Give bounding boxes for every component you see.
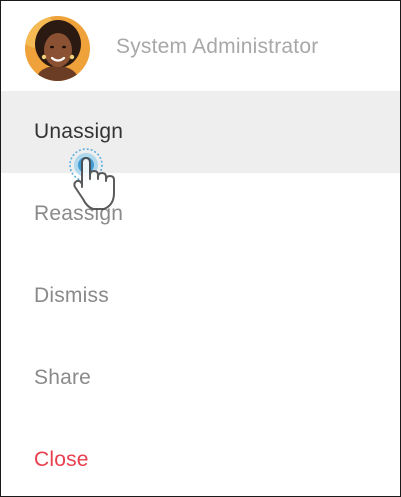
menu-item-label: Reassign [34,202,124,225]
user-avatar [25,16,90,81]
menu-item-label: Dismiss [34,284,109,307]
menu-header: System Administrator [1,1,400,91]
menu-item-share[interactable]: Share [1,337,400,419]
avatar-photo-icon [25,16,90,81]
menu-item-label: Close [34,448,89,471]
menu-item-dismiss[interactable]: Dismiss [1,255,400,337]
menu-item-label: Share [34,366,92,389]
menu-item-unassign[interactable]: Unassign [1,91,400,173]
menu-item-label: Unassign [34,120,124,143]
user-name: System Administrator [116,35,319,58]
action-menu-panel: System Administrator Unassign Reassign D… [0,0,401,497]
menu-item-close[interactable]: Close [1,419,400,496]
menu-item-reassign[interactable]: Reassign [1,173,400,255]
